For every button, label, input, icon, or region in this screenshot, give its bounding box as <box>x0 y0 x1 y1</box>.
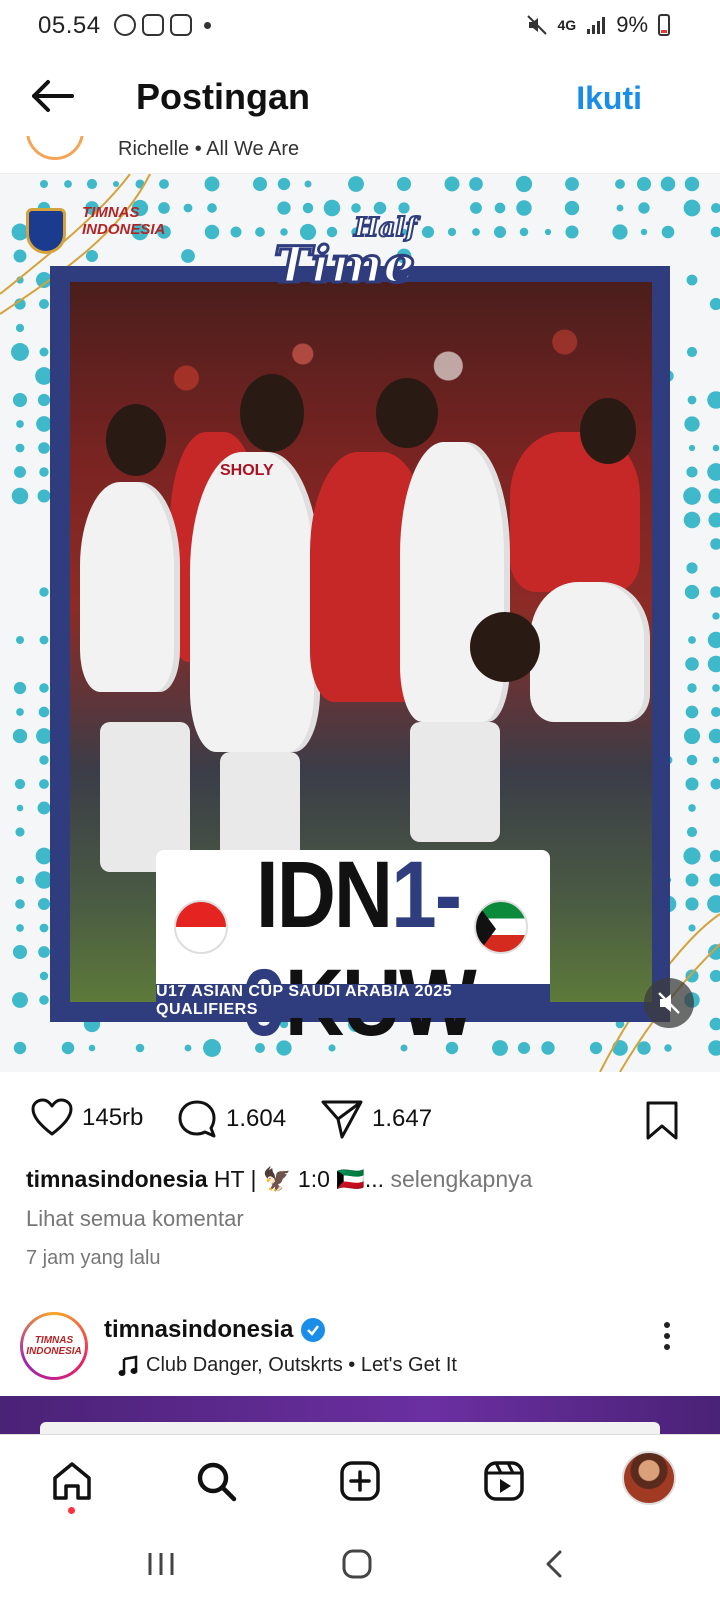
network-label: 4G <box>558 17 577 33</box>
status-bar: 05.54 4G 9% <box>0 0 720 52</box>
plus-square-icon <box>338 1459 382 1503</box>
home-tab[interactable] <box>48 1457 96 1505</box>
app-icon <box>170 14 192 36</box>
bookmark-icon <box>644 1100 680 1142</box>
pssi-logo <box>26 208 66 254</box>
status-time: 05.54 <box>38 12 101 40</box>
system-navigation <box>0 1528 720 1600</box>
app-icon <box>142 14 164 36</box>
recent-apps-icon <box>146 1549 176 1579</box>
battery-icon <box>658 14 670 36</box>
music-note-icon <box>118 1355 138 1377</box>
paper-plane-icon <box>320 1098 364 1140</box>
player <box>190 452 320 752</box>
follow-button[interactable]: Ikuti <box>576 80 642 117</box>
music-info[interactable]: Club Danger, Outskrts • Let's Get It <box>118 1354 457 1377</box>
avatar[interactable] <box>26 136 84 160</box>
next-post-header: TIMNAS INDONESIA timnasindonesia Club Da… <box>0 1308 720 1392</box>
avatar-logo: TIMNAS INDONESIA <box>23 1315 85 1377</box>
notification-dot <box>68 1507 75 1514</box>
home-system-button[interactable] <box>340 1546 374 1582</box>
reels-icon <box>482 1459 526 1503</box>
speaker-muted-icon <box>656 990 682 1016</box>
next-post-username[interactable]: timnasindonesia <box>104 1316 325 1344</box>
more-dot-icon <box>664 1333 670 1339</box>
recent-apps-button[interactable] <box>146 1546 176 1582</box>
svg-text:Time: Time <box>274 235 415 294</box>
search-tab[interactable] <box>192 1457 240 1505</box>
notification-icons <box>114 14 211 36</box>
player <box>80 482 180 692</box>
system-back-button[interactable] <box>540 1546 570 1582</box>
music-label: Club Danger, Outskrts • Let's Get It <box>146 1354 457 1377</box>
player-head <box>580 398 636 464</box>
player-head <box>470 612 540 682</box>
share-button[interactable]: 1.647 <box>320 1098 432 1140</box>
more-dot-icon <box>664 1322 670 1328</box>
share-count: 1.647 <box>372 1105 432 1133</box>
post-actions: 145rb 1.604 1.647 <box>0 1098 720 1148</box>
like-count: 145rb <box>82 1104 143 1132</box>
post-timestamp: 7 jam yang lalu <box>26 1247 161 1270</box>
heart-icon <box>30 1098 74 1138</box>
like-button[interactable]: 145rb <box>30 1098 143 1138</box>
player-legs <box>410 722 500 842</box>
comment-icon <box>176 1098 218 1140</box>
home-icon <box>50 1459 94 1503</box>
player-head <box>106 404 166 476</box>
jersey-name: SHOLY <box>220 462 274 480</box>
more-options-button[interactable] <box>664 1322 672 1350</box>
mute-toggle-button[interactable] <box>644 978 694 1028</box>
save-button[interactable] <box>644 1100 680 1147</box>
signal-icon <box>586 15 606 35</box>
avatar[interactable]: TIMNAS INDONESIA <box>20 1312 88 1380</box>
score-separator: - <box>435 843 460 948</box>
next-post-image[interactable] <box>0 1396 720 1434</box>
player-head <box>240 374 304 452</box>
more-dot-icon <box>664 1344 670 1350</box>
player <box>530 582 650 722</box>
post-caption[interactable]: timnasindonesia HT | 🦅 1:0 🇰🇼... selengk… <box>26 1166 706 1193</box>
chevron-left-icon <box>540 1549 570 1579</box>
reels-tab[interactable] <box>480 1457 528 1505</box>
caption-username[interactable]: timnasindonesia <box>26 1166 207 1192</box>
verified-badge-icon <box>301 1318 325 1342</box>
mute-icon <box>526 14 548 36</box>
home-team: IDN <box>256 843 391 948</box>
battery-percent: 9% <box>616 12 648 38</box>
score-line: IDN1-0KUW <box>218 842 498 1058</box>
timnas-logo: TIMNAS INDONESIA <box>82 204 152 238</box>
comment-count: 1.604 <box>226 1105 286 1133</box>
app-header: Postingan Ikuti <box>0 60 720 136</box>
comment-button[interactable]: 1.604 <box>176 1098 286 1140</box>
whatsapp-icon <box>114 14 136 36</box>
profile-tab[interactable] <box>622 1451 676 1505</box>
player-head <box>376 378 438 448</box>
tournament-banner: U17 ASIAN CUP SAUDI ARABIA 2025 QUALIFIE… <box>156 984 550 1018</box>
see-more-link[interactable]: selengkapnya <box>390 1166 532 1192</box>
search-icon <box>194 1459 238 1503</box>
home-circle-icon <box>340 1547 374 1581</box>
music-label[interactable]: Richelle • All We Are <box>118 138 299 161</box>
more-notifications-icon <box>204 22 211 29</box>
status-right: 4G 9% <box>526 12 670 38</box>
bottom-navigation <box>0 1434 720 1528</box>
page-title: Postingan <box>136 76 310 118</box>
scoreboard: IDN1-0KUW <box>156 850 550 988</box>
create-post-tab[interactable] <box>336 1457 384 1505</box>
post-image[interactable]: TIMNAS INDONESIA SHOLY Half Time IDN1-0K… <box>0 174 720 1072</box>
caption-text: HT | 🦅 1:0 🇰🇼... <box>214 1166 384 1192</box>
view-all-comments-link[interactable]: Lihat semua komentar <box>26 1206 244 1232</box>
back-button[interactable] <box>28 76 76 116</box>
username-label[interactable]: timnasindonesia <box>104 1316 293 1344</box>
previous-post-header: Richelle • All We Are <box>0 136 720 174</box>
home-goals: 1 <box>391 843 435 948</box>
kuwait-flag-icon <box>474 900 528 954</box>
half-time-title: Half Time <box>270 204 450 294</box>
arrow-left-icon <box>28 76 76 116</box>
